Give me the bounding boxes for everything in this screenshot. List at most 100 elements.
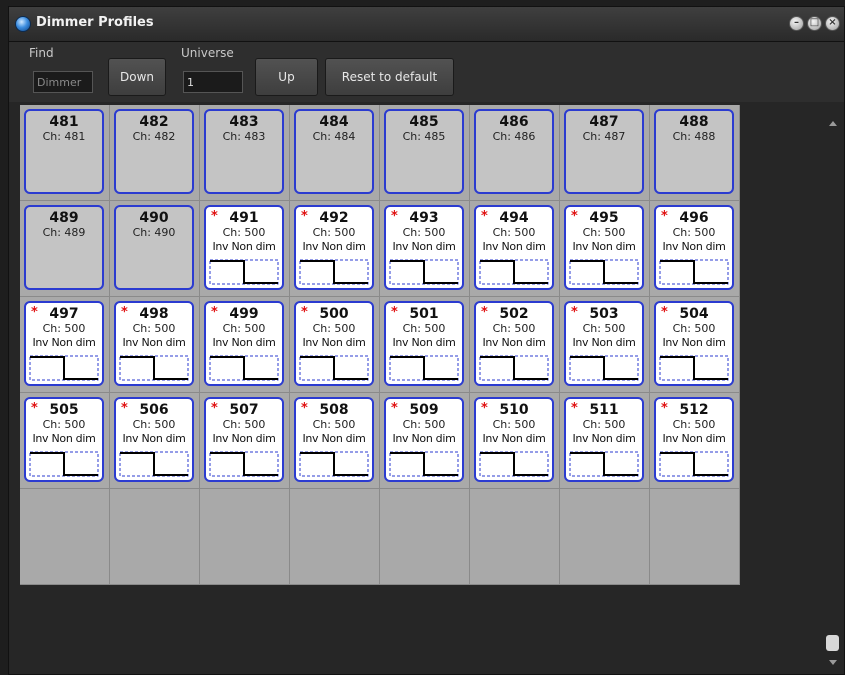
title-bar[interactable]: Dimmer Profiles – □ × [9, 7, 844, 42]
dimmer-channel-card[interactable]: * 504 Ch: 500 Inv Non dim [654, 301, 734, 386]
channel-patch: Ch: 500 [42, 322, 86, 335]
empty-grid-cell [20, 489, 110, 585]
grid-cell: 483 Ch: 483 [200, 105, 290, 201]
up-button[interactable]: Up [255, 58, 318, 96]
find-input[interactable] [33, 71, 93, 93]
dimmer-channel-card[interactable]: * 492 Ch: 500 Inv Non dim [294, 205, 374, 290]
grid-cell: * 506 Ch: 500 Inv Non dim [110, 393, 200, 489]
dimmer-channel-card[interactable]: 487 Ch: 487 [564, 109, 644, 194]
modified-marker: * [481, 209, 488, 224]
grid-cell: 484 Ch: 484 [290, 105, 380, 201]
dimmer-channel-card[interactable]: * 500 Ch: 500 Inv Non dim [294, 301, 374, 386]
dimmer-channel-card[interactable]: * 507 Ch: 500 Inv Non dim [204, 397, 284, 482]
channel-number: 482 [139, 114, 169, 130]
dimmer-channel-card[interactable]: 484 Ch: 484 [294, 109, 374, 194]
channel-patch: Ch: 500 [582, 226, 626, 239]
grid-cell: 489 Ch: 489 [20, 201, 110, 297]
dimmer-mode: Inv Non dim [302, 240, 366, 253]
dimmer-channel-card[interactable]: 483 Ch: 483 [204, 109, 284, 194]
curve-line [570, 260, 638, 284]
dimmer-channel-card[interactable]: * 509 Ch: 500 Inv Non dim [384, 397, 464, 482]
dimmer-mode: Inv Non dim [392, 432, 456, 445]
dimmer-channel-card[interactable]: * 498 Ch: 500 Inv Non dim [114, 301, 194, 386]
dimmer-channel-card[interactable]: * 508 Ch: 500 Inv Non dim [294, 397, 374, 482]
grid-cell: * 494 Ch: 500 Inv Non dim [470, 201, 560, 297]
dimmer-channel-card[interactable]: * 497 Ch: 500 Inv Non dim [24, 301, 104, 386]
reset-to-default-button[interactable]: Reset to default [325, 58, 454, 96]
universe-input[interactable] [183, 71, 243, 93]
dimmer-mode: Inv Non dim [122, 432, 186, 445]
dimmer-channel-card[interactable]: 490 Ch: 490 [114, 205, 194, 290]
maximize-icon[interactable]: □ [807, 16, 822, 31]
dimmer-channel-card[interactable]: * 501 Ch: 500 Inv Non dim [384, 301, 464, 386]
down-button[interactable]: Down [108, 58, 166, 96]
dimmer-curve-graph [119, 355, 189, 381]
channel-patch: Ch: 500 [492, 322, 536, 335]
dimmer-curve-graph [389, 355, 459, 381]
dimmer-channel-card[interactable]: * 495 Ch: 500 Inv Non dim [564, 205, 644, 290]
grid-cell: 487 Ch: 487 [560, 105, 650, 201]
modified-marker: * [571, 209, 578, 224]
vertical-scrollbar[interactable] [823, 105, 843, 675]
dimmer-curve-graph [299, 451, 369, 477]
dimmer-channel-card[interactable]: * 503 Ch: 500 Inv Non dim [564, 301, 644, 386]
dimmer-channel-card[interactable]: * 491 Ch: 500 Inv Non dim [204, 205, 284, 290]
dimmer-channel-card[interactable]: * 505 Ch: 500 Inv Non dim [24, 397, 104, 482]
grid-cell: 485 Ch: 485 [380, 105, 470, 201]
dimmer-channel-card[interactable]: * 511 Ch: 500 Inv Non dim [564, 397, 644, 482]
close-icon[interactable]: × [825, 16, 840, 31]
channel-patch: Ch: 490 [132, 226, 176, 239]
dimmer-curve-graph [209, 451, 279, 477]
scroll-down-icon[interactable] [829, 660, 837, 665]
dimmer-mode: Inv Non dim [212, 336, 276, 349]
dimmer-channel-card[interactable]: 488 Ch: 488 [654, 109, 734, 194]
scroll-up-icon[interactable] [829, 121, 837, 126]
minimize-icon[interactable]: – [789, 16, 804, 31]
dimmer-channel-card[interactable]: * 499 Ch: 500 Inv Non dim [204, 301, 284, 386]
dimmer-channel-card[interactable]: * 494 Ch: 500 Inv Non dim [474, 205, 554, 290]
dimmer-channel-card[interactable]: * 510 Ch: 500 Inv Non dim [474, 397, 554, 482]
grid-cell: 482 Ch: 482 [110, 105, 200, 201]
curve-line [210, 356, 278, 380]
channel-patch: Ch: 489 [42, 226, 86, 239]
dimmer-channel-grid: 481 Ch: 481 482 Ch: 482 483 Ch: 483 484 Ch: 484… [20, 105, 740, 585]
grid-cell: 490 Ch: 490 [110, 201, 200, 297]
dimmer-curve-graph [659, 259, 729, 285]
modified-marker: * [121, 401, 128, 416]
empty-grid-cell [560, 489, 650, 585]
grid-cell: * 512 Ch: 500 Inv Non dim [650, 393, 740, 489]
dimmer-curve-graph [659, 355, 729, 381]
channel-patch: Ch: 500 [582, 322, 626, 335]
modified-marker: * [571, 401, 578, 416]
modified-marker: * [211, 305, 218, 320]
curve-line [120, 356, 188, 380]
channel-patch: Ch: 500 [222, 226, 266, 239]
grid-cell: * 505 Ch: 500 Inv Non dim [20, 393, 110, 489]
dimmer-channel-card[interactable]: 481 Ch: 481 [24, 109, 104, 194]
grid-cell: * 493 Ch: 500 Inv Non dim [380, 201, 470, 297]
curve-line [30, 452, 98, 476]
dimmer-mode: Inv Non dim [482, 432, 546, 445]
grid-cell: * 507 Ch: 500 Inv Non dim [200, 393, 290, 489]
dimmer-channel-card[interactable]: * 512 Ch: 500 Inv Non dim [654, 397, 734, 482]
channel-patch: Ch: 500 [312, 226, 356, 239]
dimmer-mode: Inv Non dim [482, 240, 546, 253]
modified-marker: * [211, 401, 218, 416]
dimmer-profiles-window: Dimmer Profiles – □ × Find Down Universe… [8, 6, 845, 675]
dimmer-channel-card[interactable]: * 502 Ch: 500 Inv Non dim [474, 301, 554, 386]
dimmer-curve-graph [119, 451, 189, 477]
channel-patch: Ch: 500 [672, 418, 716, 431]
dimmer-channel-card[interactable]: 485 Ch: 485 [384, 109, 464, 194]
dimmer-curve-graph [29, 355, 99, 381]
modified-marker: * [661, 209, 668, 224]
dimmer-channel-card[interactable]: 486 Ch: 486 [474, 109, 554, 194]
channel-patch: Ch: 500 [402, 226, 446, 239]
scroll-thumb[interactable] [826, 635, 839, 651]
dimmer-channel-card[interactable]: 482 Ch: 482 [114, 109, 194, 194]
channel-patch: Ch: 500 [222, 418, 266, 431]
channel-number: 487 [589, 114, 619, 130]
dimmer-channel-card[interactable]: * 506 Ch: 500 Inv Non dim [114, 397, 194, 482]
dimmer-channel-card[interactable]: * 496 Ch: 500 Inv Non dim [654, 205, 734, 290]
dimmer-channel-card[interactable]: * 493 Ch: 500 Inv Non dim [384, 205, 464, 290]
dimmer-channel-card[interactable]: 489 Ch: 489 [24, 205, 104, 290]
